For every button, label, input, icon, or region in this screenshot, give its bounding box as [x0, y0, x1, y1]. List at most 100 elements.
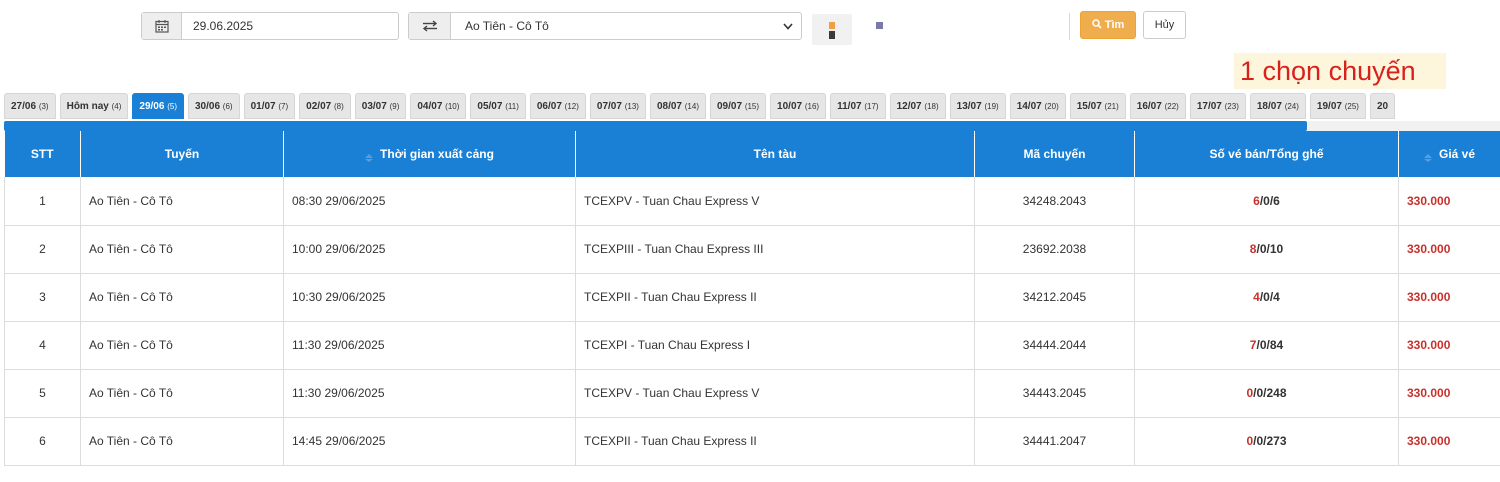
- table-row[interactable]: 2 Ao Tiên - Cô Tô 10:00 29/06/2025 TCEXPIII…: [4, 225, 1500, 274]
- route-select-value: Ao Tiên - Cô Tô: [465, 19, 549, 33]
- cell-trip-code: 34443.2045: [974, 369, 1135, 418]
- cell-route: Ao Tiên - Cô Tô: [80, 273, 284, 322]
- header-stt[interactable]: STT: [4, 131, 81, 177]
- cell-price: 330.000: [1398, 177, 1500, 226]
- date-input[interactable]: [182, 13, 392, 39]
- seats-total: /0/273: [1253, 434, 1287, 448]
- tab-day-count: (11): [505, 102, 519, 111]
- table-row[interactable]: 4 Ao Tiên - Cô Tô 11:30 29/06/2025 TCEXPI -…: [4, 321, 1500, 370]
- tab-day-label: 15/07: [1076, 101, 1102, 112]
- tab-day[interactable]: 09/07 (15): [710, 93, 767, 119]
- tab-day[interactable]: 16/07 (22): [1129, 93, 1186, 119]
- cell-price: 330.000: [1398, 225, 1500, 274]
- tab-day-count: (5): [167, 102, 177, 111]
- small-marker: [876, 22, 883, 29]
- color-indicator: [812, 14, 852, 45]
- cell-departure-time: 10:30 29/06/2025: [283, 273, 576, 322]
- cell-price: 330.000: [1398, 321, 1500, 370]
- cell-trip-code: 34444.2044: [974, 321, 1135, 370]
- tab-day-label: 19/07: [1316, 101, 1342, 112]
- tab-day-label: 27/06: [11, 101, 37, 112]
- route-select[interactable]: Ao Tiên - Cô Tô: [451, 13, 801, 39]
- seats-total: /0/4: [1259, 290, 1280, 304]
- date-picker[interactable]: [141, 12, 399, 40]
- header-route[interactable]: Tuyến: [80, 131, 284, 177]
- cell-route: Ao Tiên - Cô Tô: [80, 177, 284, 226]
- cell-seats: 4/0/4: [1134, 273, 1399, 322]
- tab-day[interactable]: 13/07 (19): [949, 93, 1006, 119]
- route-filter[interactable]: Ao Tiên - Cô Tô: [408, 12, 802, 40]
- header-price-label: Giá vé: [1438, 147, 1476, 161]
- tab-day[interactable]: Hôm nay (4): [59, 93, 129, 119]
- header-trip-code[interactable]: Mã chuyến: [974, 131, 1135, 177]
- tab-day[interactable]: 27/06 (3): [4, 93, 56, 119]
- tab-day-count: (4): [111, 102, 122, 111]
- tab-day[interactable]: 11/07 (17): [830, 93, 886, 119]
- table-row[interactable]: 1 Ao Tiên - Cô Tô 08:30 29/06/2025 TCEXPV -…: [4, 177, 1500, 226]
- cell-departure-time: 10:00 29/06/2025: [283, 225, 576, 274]
- tab-day-label: 09/07: [717, 101, 743, 112]
- tab-day[interactable]: 15/07 (21): [1069, 93, 1126, 119]
- header-ship-name[interactable]: Tên tàu: [575, 131, 975, 177]
- search-button[interactable]: Tìm: [1080, 11, 1136, 39]
- chevron-down-icon: [783, 19, 793, 33]
- tab-day[interactable]: 07/07 (13): [589, 93, 646, 119]
- seats-total: /0/248: [1253, 386, 1287, 400]
- cell-price: 330.000: [1398, 369, 1500, 418]
- header-departure-time[interactable]: Thời gian xuất cảng: [283, 131, 576, 177]
- tab-day[interactable]: 03/07 (9): [354, 93, 407, 119]
- trips-table: STT Tuyến Thời gian xuất cảng Tên tàu Mã…: [4, 131, 1500, 466]
- swap-icon[interactable]: [409, 13, 451, 39]
- seats-total: /0/84: [1256, 338, 1284, 352]
- tab-day[interactable]: 20: [1369, 93, 1396, 119]
- calendar-icon[interactable]: [142, 13, 182, 39]
- tab-day-label: 01/07: [250, 101, 276, 112]
- tab-day-count: (15): [744, 102, 760, 111]
- cell-stt: 1: [4, 177, 81, 226]
- cell-departure-time: 11:30 29/06/2025: [283, 369, 576, 418]
- table-row[interactable]: 5 Ao Tiên - Cô Tô 11:30 29/06/2025 TCEXPV -…: [4, 369, 1500, 418]
- sort-icon: [1423, 151, 1432, 162]
- header-seats[interactable]: Số vé bán/Tổng ghế: [1134, 131, 1399, 177]
- tab-day[interactable]: 18/07 (24): [1249, 93, 1306, 119]
- cell-route: Ao Tiên - Cô Tô: [80, 369, 284, 418]
- tab-day[interactable]: 05/07 (11): [470, 93, 526, 119]
- tab-day[interactable]: 17/07 (23): [1189, 93, 1246, 119]
- tab-day[interactable]: 04/07 (10): [410, 93, 467, 119]
- tab-day-count: (20): [1044, 102, 1059, 111]
- tab-day[interactable]: 10/07 (16): [770, 93, 827, 119]
- tab-day-count: (22): [1164, 102, 1179, 111]
- tab-day[interactable]: 19/07 (25): [1309, 93, 1366, 119]
- tab-day-label: 11/07: [837, 101, 862, 112]
- search-button-label: Tìm: [1104, 19, 1125, 31]
- tab-day-label: 17/07: [1196, 101, 1222, 112]
- tab-day[interactable]: 14/07 (20): [1009, 93, 1066, 119]
- header-departure-time-label: Thời gian xuất cảng: [380, 147, 494, 161]
- tab-day-label: 10/07: [777, 101, 803, 112]
- tab-day-label: 05/07: [477, 101, 503, 112]
- tab-day-count: (9): [389, 102, 400, 111]
- cancel-button[interactable]: Hủy: [1143, 11, 1186, 39]
- cell-ship-name: TCEXPII - Tuan Chau Express II: [575, 273, 975, 322]
- table-row[interactable]: 6 Ao Tiên - Cô Tô 14:45 29/06/2025 TCEXPII …: [4, 417, 1500, 466]
- tab-day[interactable]: 06/07 (12): [529, 93, 586, 119]
- tab-day-count: (12): [564, 102, 579, 111]
- cell-seats: 8/0/10: [1134, 225, 1399, 274]
- cell-route: Ao Tiên - Cô Tô: [80, 225, 284, 274]
- tab-day-count: (16): [804, 102, 820, 111]
- tab-day-active[interactable]: 29/06 (5): [132, 93, 184, 119]
- tab-day[interactable]: 30/06 (6): [187, 93, 240, 119]
- table-row[interactable]: 3 Ao Tiên - Cô Tô 10:30 29/06/2025 TCEXPII …: [4, 273, 1500, 322]
- tabs-scrollbar[interactable]: [4, 121, 1500, 131]
- tab-day-label: 16/07: [1136, 101, 1162, 112]
- tab-day[interactable]: 02/07 (8): [299, 93, 351, 119]
- tab-day[interactable]: 12/07 (18): [889, 93, 946, 119]
- tab-day[interactable]: 01/07 (7): [243, 93, 296, 119]
- scrollbar-thumb[interactable]: [4, 121, 1307, 131]
- header-price[interactable]: Giá vé: [1398, 131, 1500, 177]
- search-icon: [1091, 18, 1102, 32]
- seats-sold: 6: [1253, 193, 1260, 208]
- tab-day-label: 29/06: [139, 101, 165, 112]
- tab-day-label: Hôm nay: [66, 101, 109, 112]
- tab-day[interactable]: 08/07 (14): [649, 93, 706, 119]
